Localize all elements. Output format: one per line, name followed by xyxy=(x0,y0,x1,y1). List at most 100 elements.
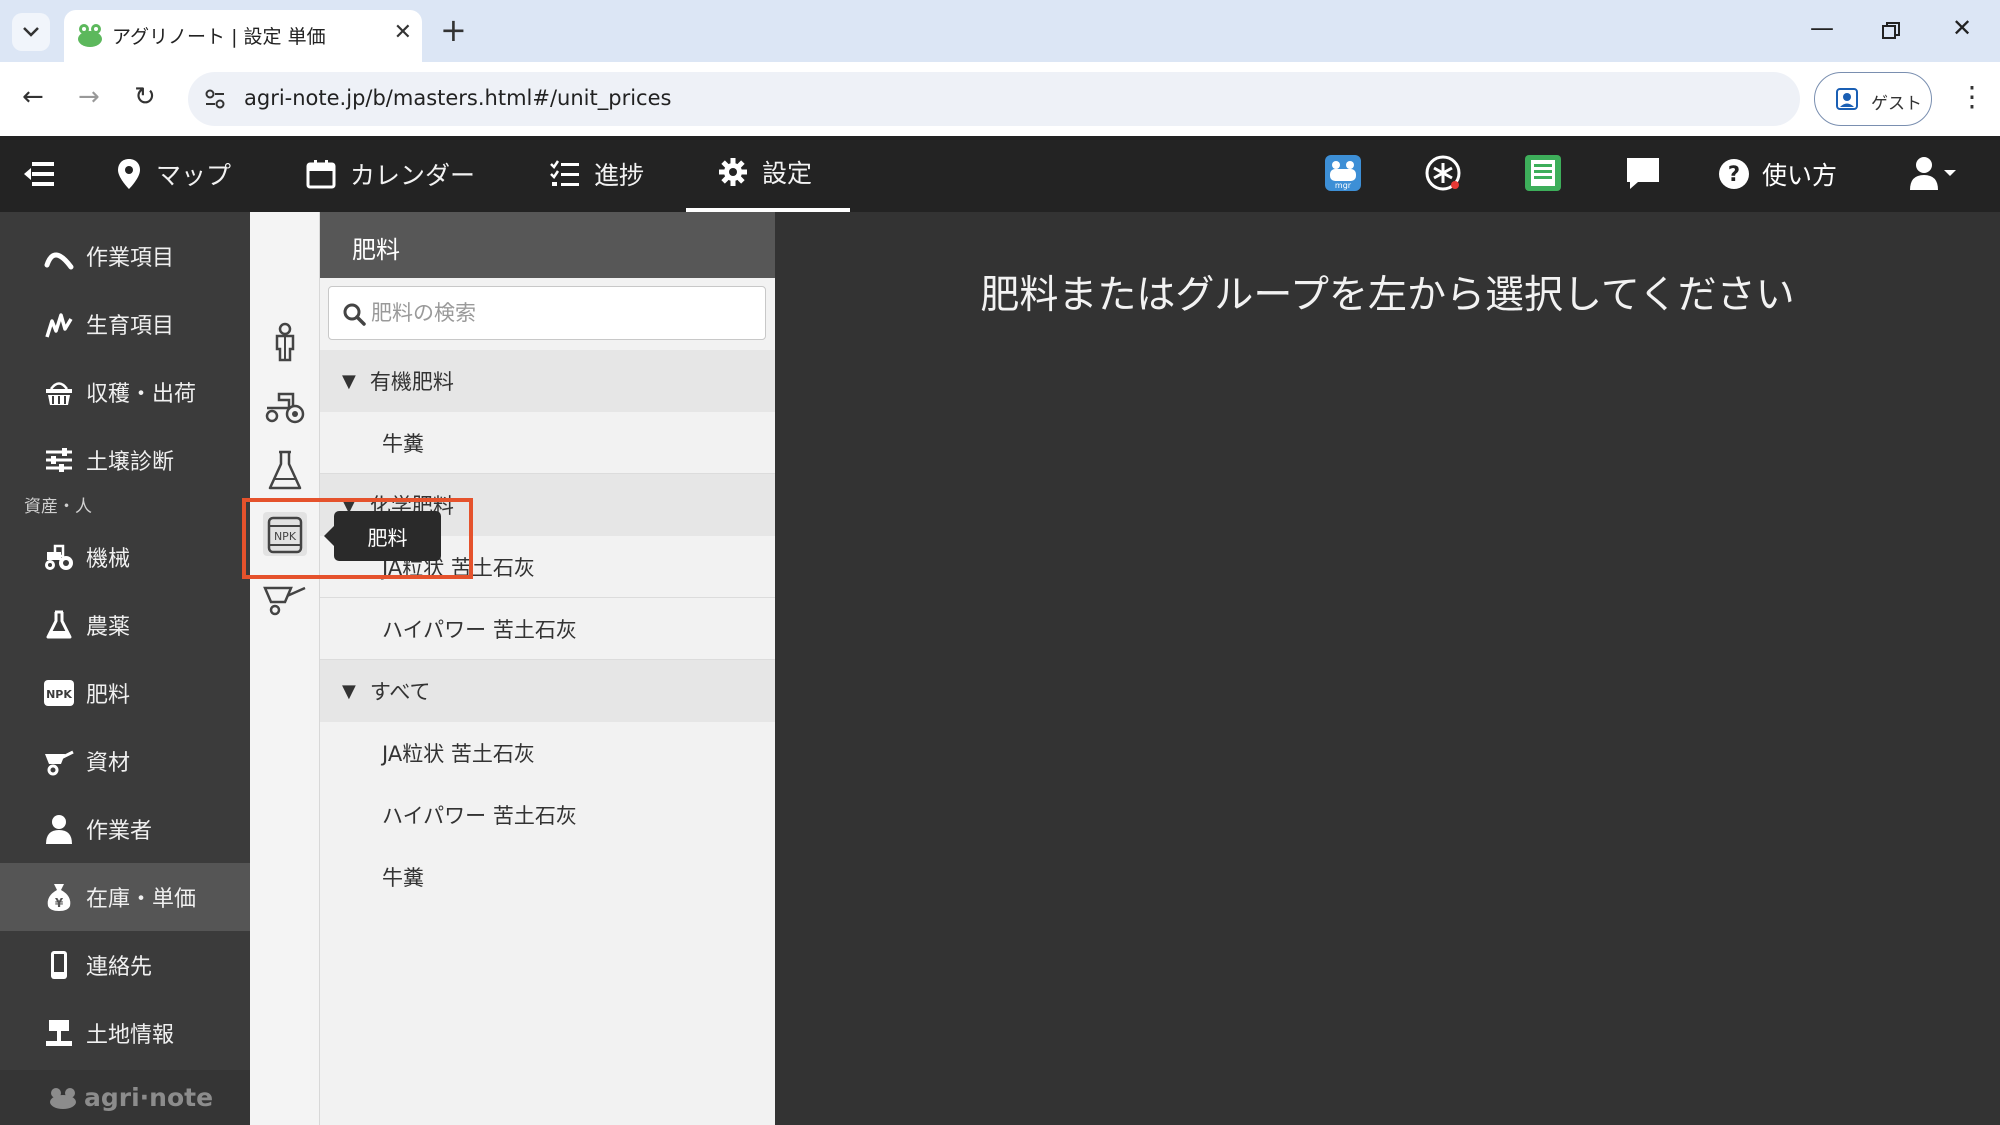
group-row-all[interactable]: ▼ すべて xyxy=(320,660,775,722)
nav-map[interactable]: マップ xyxy=(116,136,231,212)
agri-note-logo: agri·note xyxy=(0,1070,250,1125)
user-menu-icon[interactable] xyxy=(1908,156,1960,192)
sidebar-item-label: 資材 xyxy=(86,751,131,776)
sidebar-item-materials[interactable]: 資材 xyxy=(0,727,250,795)
window-close-icon[interactable]: ✕ xyxy=(1952,14,1972,42)
wheelbarrow-icon xyxy=(263,586,306,616)
strip-worker-button[interactable] xyxy=(263,320,307,364)
map-pin-icon xyxy=(118,159,140,189)
address-bar[interactable]: agri-note.jp/b/masters.html#/unit_prices xyxy=(188,72,1800,126)
nav-map-label: マップ xyxy=(156,161,232,190)
list-item[interactable]: ハイパワー 苦土石灰 xyxy=(320,598,775,660)
svg-text:?: ? xyxy=(1728,162,1740,186)
sidebar-item-contacts[interactable]: 連絡先 xyxy=(0,931,250,999)
sidebar-item-label: 作業者 xyxy=(86,819,153,844)
close-icon[interactable]: ✕ xyxy=(394,20,412,45)
restore-icon[interactable] xyxy=(1882,22,1900,40)
chat-icon[interactable] xyxy=(1624,154,1662,192)
nav-calendar[interactable]: カレンダー xyxy=(306,136,475,212)
main-content: 肥料またはグループを左から選択してください xyxy=(775,212,2000,1125)
sidebar-item-label: 農薬 xyxy=(86,615,131,640)
list-item-label: 牛糞 xyxy=(382,431,424,456)
gear-icon xyxy=(719,158,747,186)
sidebar-item-growth-items[interactable]: 生育項目 xyxy=(0,290,250,358)
svg-text:NPK: NPK xyxy=(46,688,72,701)
collapse-triangle-icon: ▼ xyxy=(342,370,356,392)
basket-icon xyxy=(42,375,76,409)
collapse-menu-icon[interactable] xyxy=(22,158,56,190)
strip-material-button[interactable] xyxy=(263,576,307,620)
list-item[interactable]: JA粒状 苦土石灰 xyxy=(320,722,775,784)
sidebar-section-heading: 資産・人 xyxy=(24,497,92,517)
profile-icon xyxy=(1836,88,1858,110)
sidebar-item-workers[interactable]: 作業者 xyxy=(0,795,250,863)
tab-search-button[interactable] xyxy=(12,13,50,51)
sidebar-item-harvest[interactable]: 収穫・出荷 xyxy=(0,358,250,426)
search-icon xyxy=(343,303,366,326)
list-item-label: ハイパワー 苦土石灰 xyxy=(382,617,577,642)
sidebar-item-soil[interactable]: 土壌診断 xyxy=(0,426,250,494)
flask-icon xyxy=(42,608,76,642)
help-link[interactable]: ? 使い方 xyxy=(1718,136,1837,212)
calendar-icon xyxy=(306,160,336,189)
browser-tab[interactable]: アグリノート | 設定 単価 ✕ xyxy=(64,10,422,62)
sidebar-item-pesticides[interactable]: 農薬 xyxy=(0,591,250,659)
sidebar-item-fertilizer[interactable]: NPK 肥料 xyxy=(0,659,250,727)
sidebar-item-label: 土地情報 xyxy=(86,1023,175,1048)
strip-machine-button[interactable] xyxy=(263,384,307,428)
mgr-app-icon[interactable]: mgr xyxy=(1324,154,1362,192)
list-panel-title: 肥料 xyxy=(320,212,775,278)
minimize-icon[interactable]: — xyxy=(1810,14,1834,42)
sidebar-item-label: 在庫・単価 xyxy=(86,887,197,912)
empty-state-message: 肥料またはグループを左から選択してください xyxy=(980,273,1795,318)
help-circle-icon: ? xyxy=(1719,159,1749,189)
browser-menu-icon[interactable]: ⋮ xyxy=(1958,80,1986,113)
sidebar-item-work-items[interactable]: 作業項目 xyxy=(0,222,250,290)
asterisk-circle-icon[interactable] xyxy=(1424,154,1462,192)
highlight-annotation-box xyxy=(242,498,473,579)
phone-icon xyxy=(42,948,76,982)
strip-pesticide-button[interactable] xyxy=(263,448,307,492)
browser-toolbar: ← → ↻ agri-note.jp/b/masters.html#/unit_… xyxy=(0,62,2000,136)
url-text: agri-note.jp/b/masters.html#/unit_prices xyxy=(244,86,672,110)
green-book-icon[interactable] xyxy=(1524,154,1562,192)
reload-icon[interactable]: ↻ xyxy=(134,82,156,112)
wheelbarrow-icon xyxy=(42,744,76,778)
nav-progress[interactable]: 進捗 xyxy=(550,136,644,212)
sliders-icon xyxy=(42,443,76,477)
group-row-organic[interactable]: ▼ 有機肥料 xyxy=(320,350,775,412)
tractor-icon xyxy=(265,392,305,424)
sidebar-item-label: 連絡先 xyxy=(86,955,153,980)
tab-title: アグリノート | 設定 単価 xyxy=(112,26,326,48)
sidebar-item-label: 作業項目 xyxy=(86,246,175,271)
nav-settings[interactable]: 設定 xyxy=(686,136,850,212)
sidebar-item-land[interactable]: 土地情報 xyxy=(0,999,250,1067)
forward-icon[interactable]: → xyxy=(78,82,100,112)
nav-settings-label: 設定 xyxy=(762,159,813,188)
profile-button[interactable]: ゲスト xyxy=(1814,72,1932,126)
frog-favicon-icon xyxy=(78,24,102,47)
hoe-icon xyxy=(42,239,76,273)
npk-icon: NPK xyxy=(42,676,76,710)
list-item[interactable]: 牛糞 xyxy=(320,412,775,474)
sidebar-item-label: 機械 xyxy=(86,547,131,572)
logo-text: agri·note xyxy=(84,1083,214,1112)
sidebar-item-label: 収穫・出荷 xyxy=(86,382,197,407)
chevron-down-icon xyxy=(23,27,39,37)
land-icon xyxy=(42,1016,76,1050)
list-item[interactable]: ハイパワー 苦土石灰 xyxy=(320,784,775,846)
group-name: すべて xyxy=(369,680,431,704)
search-input[interactable] xyxy=(371,297,751,329)
fertilizer-search[interactable] xyxy=(328,286,766,340)
group-name: 有機肥料 xyxy=(369,370,454,394)
list-item[interactable]: 牛糞 xyxy=(320,846,775,908)
money-bag-icon: ¥ xyxy=(42,880,76,914)
new-tab-icon[interactable]: + xyxy=(440,14,467,46)
back-icon[interactable]: ← xyxy=(22,82,44,112)
sidebar-item-stock-price[interactable]: ¥ 在庫・単価 xyxy=(0,863,250,931)
site-info-icon[interactable] xyxy=(202,86,228,112)
tractor-icon xyxy=(42,540,76,574)
sidebar-item-machines[interactable]: 機械 xyxy=(0,523,250,591)
svg-text:¥: ¥ xyxy=(55,896,64,910)
growth-icon xyxy=(42,307,76,341)
